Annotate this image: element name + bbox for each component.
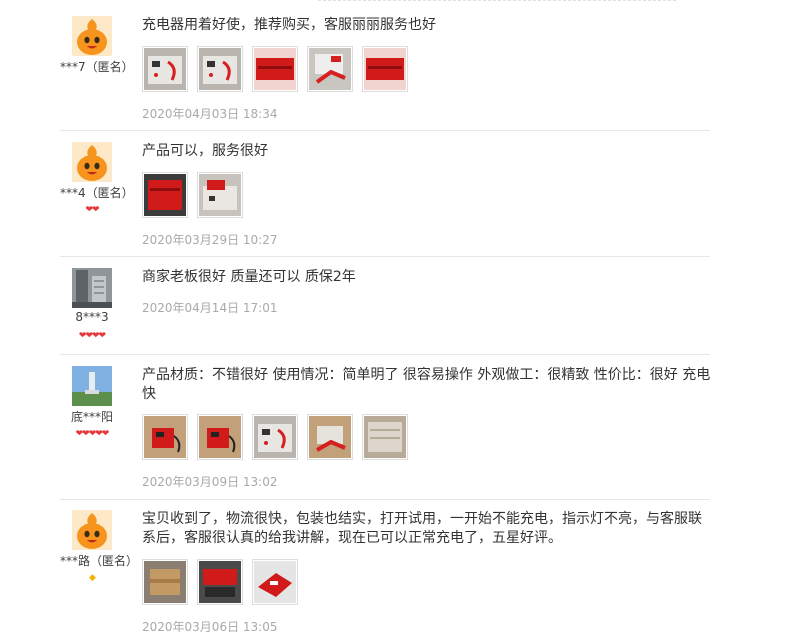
landscape-photo-icon [72,366,112,406]
avatar[interactable] [72,510,112,550]
rank-badge-icon: ◆ [89,573,96,583]
username: 8***3 [75,310,109,324]
review-photo-thumb[interactable] [197,414,243,460]
review-photo-thumb[interactable] [252,46,298,92]
clamps-photo-icon [309,48,351,90]
review-text: 宝贝收到了，物流很快，包装也结实，打开试用，一开始不能充电，指示灯不亮，与客服联… [142,511,702,546]
parcel-photo-icon [144,561,186,603]
rank-badge-icon: ❤❤ [85,205,99,215]
red-case-photo-icon [144,174,186,216]
username: ***7（匿名） [60,60,134,74]
review-photo-thumb[interactable] [142,414,188,460]
review-date: 2020年04月03日 18:34 [142,107,278,121]
review-date: 2020年03月06日 13:05 [142,620,278,634]
username: 底***阳 [70,410,113,424]
review-photo-thumb[interactable] [307,414,353,460]
orange-mascot-icon [72,16,112,56]
review-photo-thumb[interactable] [197,46,243,92]
review-date: 2020年03月29日 10:27 [142,233,278,247]
avatar[interactable] [72,268,112,308]
username: ***路（匿名） [60,554,139,568]
avatar[interactable] [72,366,112,406]
review-photo-thumb[interactable] [142,559,188,605]
username: ***4（匿名） [60,186,134,200]
red-case-photo-icon [254,561,296,603]
charger-photo-icon [199,416,241,458]
box-photo-icon [364,416,406,458]
review-text: 充电器用着好使，推荐购买，客服丽丽服务也好 [142,17,436,33]
avatar[interactable] [72,16,112,56]
review-text: 商家老板很好 质量还可以 质保2年 [142,269,356,285]
review-photo-thumb[interactable] [197,172,243,218]
review-text: 产品可以，服务很好 [142,143,268,159]
clamps-photo-icon [199,561,241,603]
charger-photo-icon [144,48,186,90]
review-photo-thumb[interactable] [197,559,243,605]
review-photo-thumb[interactable] [142,46,188,92]
clamps-photo-icon [309,416,351,458]
red-case-photo-icon [364,48,406,90]
review-divider [60,499,710,500]
review-photo-thumb[interactable] [142,172,188,218]
rank-badge-icon: ❤❤❤❤ [78,331,106,341]
rank-badge-icon: ❤❤❤❤❤ [75,429,110,439]
review-date: 2020年04月14日 17:01 [142,301,278,315]
review-divider [60,256,710,257]
red-case-photo-icon [254,48,296,90]
review-photo-thumb[interactable] [252,559,298,605]
review-photo-thumb[interactable] [362,46,408,92]
review-photo-thumb[interactable] [362,414,408,460]
orange-mascot-icon [72,510,112,550]
review-photo-thumb[interactable] [252,414,298,460]
review-divider [60,130,710,131]
review-text: 产品材质：不错很好 使用情况：简单明了 很容易操作 外观做工：很精致 性价比：很… [142,367,711,402]
avatar[interactable] [72,142,112,182]
charger-photo-icon [199,48,241,90]
orange-mascot-icon [72,142,112,182]
top-divider [318,0,676,1]
review-date: 2020年03月09日 13:02 [142,475,278,489]
charger-photo-icon [254,416,296,458]
charger-photo-icon [199,174,241,216]
review-divider [60,354,710,355]
building-photo-icon [72,268,112,308]
charger-photo-icon [144,416,186,458]
review-photo-thumb[interactable] [307,46,353,92]
